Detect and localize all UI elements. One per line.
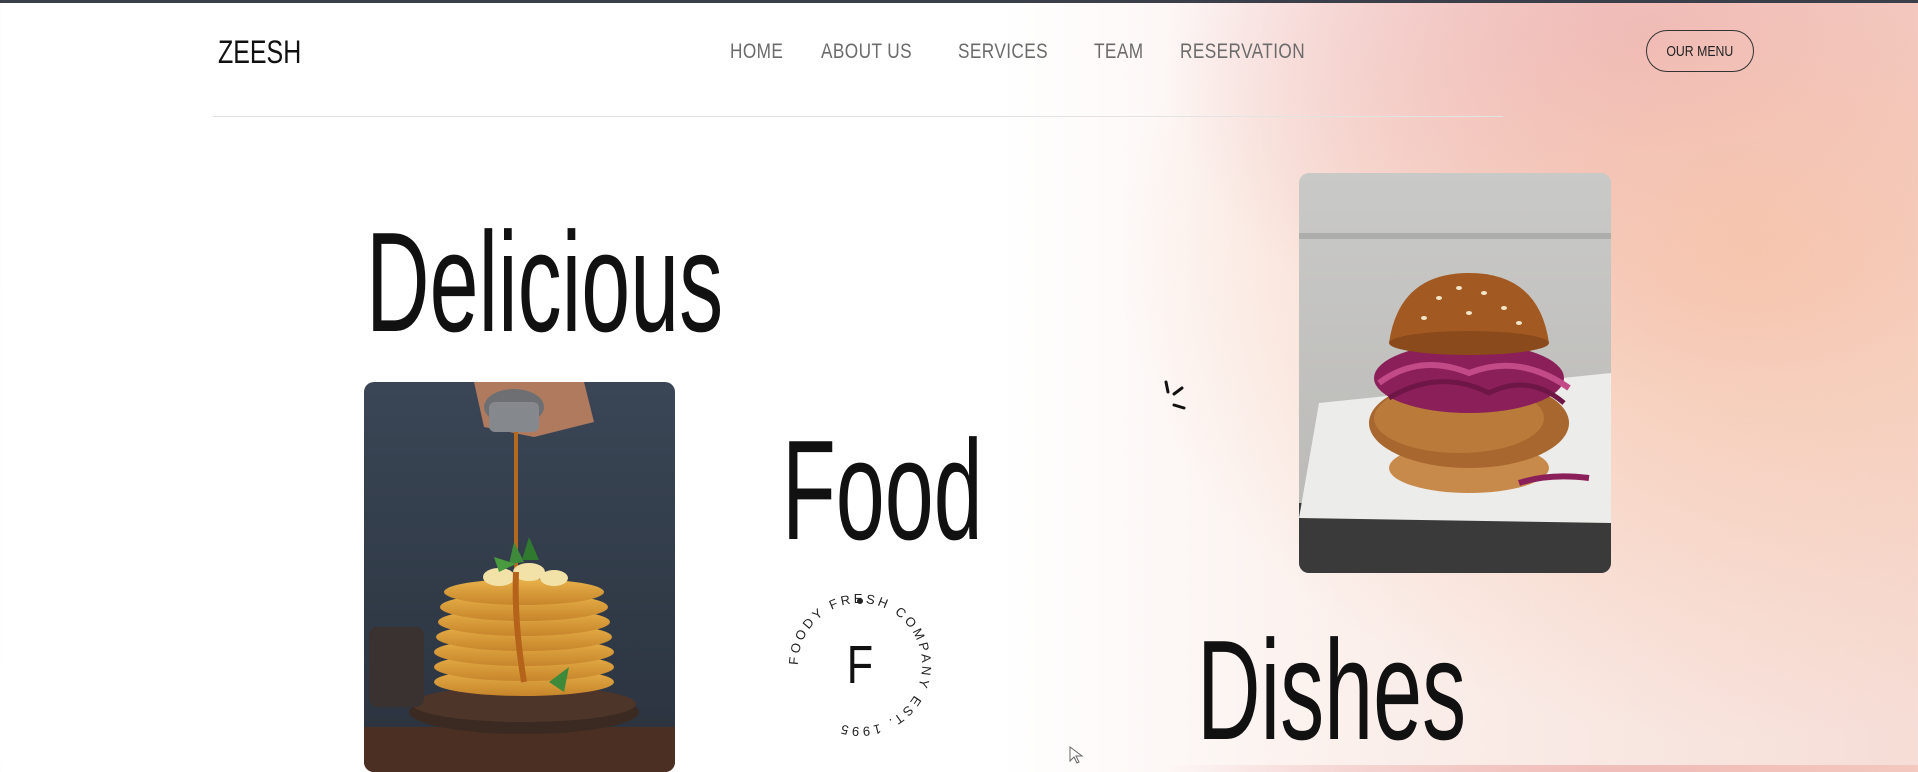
sparkle-icon [1160, 380, 1200, 420]
brand-logo[interactable]: ZEESH [218, 34, 301, 71]
hero-word-food: Food [782, 411, 983, 570]
main-nav: HOME ABOUT US SERVICES TEAM RESERVATION [730, 40, 1333, 64]
hero-word-delicious: Delicious [366, 203, 724, 362]
nav-home[interactable]: HOME [730, 40, 783, 64]
hero-word-dishes: Dishes [1197, 611, 1467, 770]
nav-services[interactable]: SERVICES [958, 40, 1048, 64]
pancake-photo [364, 382, 675, 772]
nav-team[interactable]: TEAM [1094, 40, 1143, 64]
stamp-letter: F [847, 636, 873, 696]
burger-photo [1299, 173, 1611, 573]
header-divider [213, 116, 1503, 117]
our-menu-button[interactable]: OUR MENU [1646, 30, 1754, 72]
cursor-icon [1069, 746, 1085, 764]
fresh-company-stamp: FOODY FRESH COMPANY EST. 1995 F [778, 583, 942, 747]
our-menu-label: OUR MENU [1666, 42, 1734, 60]
window-top-border [0, 0, 1918, 3]
nav-reservation[interactable]: RESERVATION [1180, 40, 1305, 64]
nav-about-us[interactable]: ABOUT US [821, 40, 912, 64]
